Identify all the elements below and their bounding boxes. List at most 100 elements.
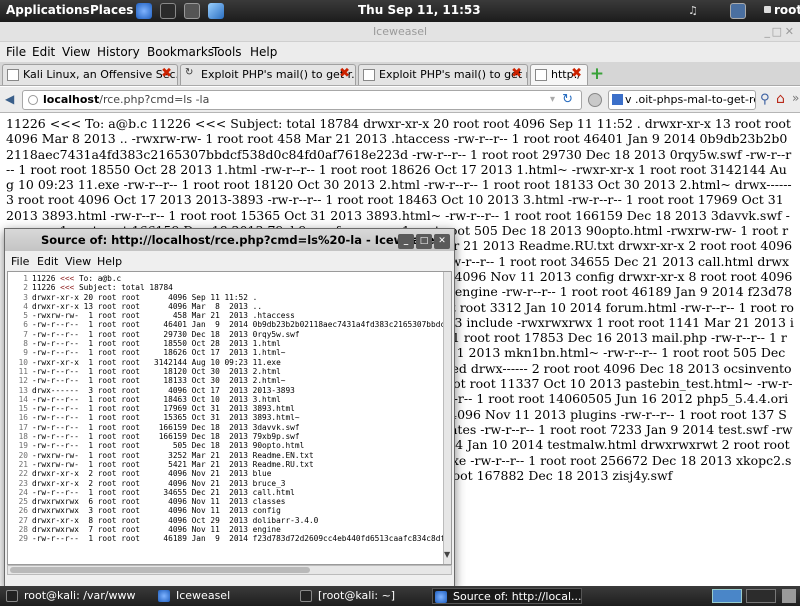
source-line: 23 drwxr-xr-x 2 root root 4096 Nov 21 201…: [10, 479, 451, 488]
tab-close-icon[interactable]: ✖: [571, 66, 582, 81]
menu-file[interactable]: File: [11, 255, 29, 268]
terminal-launcher-icon[interactable]: [160, 3, 176, 19]
line-number: 5: [23, 311, 28, 321]
tab-close-icon[interactable]: ✖: [339, 66, 350, 81]
workspace-switcher[interactable]: [712, 589, 742, 603]
line-number: 18: [18, 432, 28, 442]
line-number: 14: [18, 394, 28, 404]
source-line: 19 -rw-r--r-- 1 root root 505 Dec 18 2013…: [10, 441, 451, 450]
search-engine-icon[interactable]: [588, 93, 602, 107]
close-icon[interactable]: ✕: [785, 22, 794, 42]
tab-kali[interactable]: Kali Linux, an Offensive Sec... ✖: [2, 64, 178, 85]
source-line: 3 drwxr-xr-x 20 root root 4096 Sep 11 11:…: [10, 293, 451, 302]
line-text: 11226: [32, 283, 61, 293]
browser-launcher-icon[interactable]: [136, 3, 152, 19]
editor-launcher-icon[interactable]: [184, 3, 200, 19]
line-text: -rwxrw-rw- 1 root root 5421 Mar 21 2013 …: [32, 459, 314, 469]
minimize-icon[interactable]: _: [398, 234, 414, 249]
dropdown-icon[interactable]: ▾: [550, 91, 555, 109]
source-line: 21 -rwxrw-rw- 1 root root 5421 Mar 21 201…: [10, 460, 451, 469]
menu-tools[interactable]: Tools: [212, 45, 242, 59]
menu-view[interactable]: View: [62, 45, 90, 59]
home-icon[interactable]: ⌂: [776, 91, 785, 107]
menu-edit[interactable]: Edit: [32, 45, 55, 59]
applications-menu[interactable]: Applications: [6, 3, 90, 17]
line-number: 10: [18, 357, 28, 367]
maximize-icon[interactable]: □: [772, 22, 782, 42]
page-icon: [535, 69, 547, 81]
line-text: -rwxrw-rw- 1 root root 3252 Mar 21 2013 …: [32, 450, 314, 460]
source-line: 16 -rw-r--r-- 1 root root 15365 Oct 31 20…: [10, 413, 451, 422]
trash-icon[interactable]: [782, 589, 796, 603]
volume-icon[interactable]: ♫: [688, 4, 704, 20]
search-bar[interactable]: v .oit-phps-mal-to-get-remote: [608, 90, 756, 110]
menu-bookmarks[interactable]: Bookmarks: [147, 45, 214, 59]
line-text: -rw-r--r-- 1 root root 29730 Dec 18 2013…: [32, 329, 300, 339]
tab-close-icon[interactable]: ✖: [511, 66, 522, 81]
reload-icon[interactable]: ↻: [562, 91, 573, 109]
clock[interactable]: Thu Sep 11, 11:53: [358, 3, 481, 17]
source-line: 20 -rwxrw-rw- 1 root root 3252 Mar 21 201…: [10, 451, 451, 460]
user-menu[interactable]: root: [764, 3, 800, 17]
tab-close-icon[interactable]: ✖: [161, 66, 172, 81]
line-text: -rw-r--r-- 1 root root 166159 Dec 18 201…: [32, 422, 300, 432]
menu-edit[interactable]: Edit: [37, 255, 58, 268]
line-text: drwx------ 3 root root 4096 Oct 17 2013 …: [32, 385, 295, 395]
tab-localhost[interactable]: http://localh...?cmd=ls%20-la ✖: [530, 64, 588, 85]
workspace-switcher-2[interactable]: [746, 589, 776, 603]
menu-file[interactable]: File: [6, 45, 26, 59]
kali-launcher-icon[interactable]: [208, 3, 224, 19]
top-panel: Applications Places Thu Sep 11, 11:53 ♫ …: [0, 0, 800, 22]
vertical-scrollbar[interactable]: ▼: [443, 272, 451, 564]
maximize-icon[interactable]: □: [416, 234, 432, 249]
horizontal-scrollbar[interactable]: [7, 565, 452, 575]
task-label: Iceweasel: [176, 589, 231, 602]
url-text: localhost/rce.php?cmd=ls -la: [43, 91, 209, 109]
places-menu[interactable]: Places: [90, 3, 133, 17]
page-icon: [363, 69, 375, 81]
source-line: 8 -rw-r--r-- 1 root root 18550 Oct 28 201…: [10, 339, 451, 348]
line-text: drwxr-xr-x 13 root root 4096 Mar 8 2013 …: [32, 301, 263, 311]
task-source-window[interactable]: Source of: http://local...: [432, 588, 582, 604]
scroll-down-icon[interactable]: ▼: [444, 550, 450, 559]
url-host: localhost: [43, 93, 100, 106]
menu-history[interactable]: History: [97, 45, 140, 59]
source-line: 26 drwxrwxrwx 3 root root 4096 Nov 11 201…: [10, 506, 451, 515]
site-info-icon[interactable]: [28, 95, 38, 105]
search-icon[interactable]: ⚲: [760, 92, 770, 107]
new-tab-button[interactable]: +: [588, 66, 606, 84]
source-titlebar[interactable]: Source of: http://localhost/rce.php?cmd=…: [5, 229, 454, 251]
close-icon[interactable]: ✕: [434, 234, 450, 249]
line-number: 12: [18, 376, 28, 386]
network-icon[interactable]: [730, 3, 746, 19]
task-iceweasel[interactable]: Iceweasel: [156, 588, 296, 604]
scrollbar-thumb[interactable]: [10, 567, 310, 573]
menu-help[interactable]: Help: [250, 45, 277, 59]
overflow-icon[interactable]: »: [792, 91, 799, 105]
back-arrow-icon[interactable]: ◀: [5, 92, 14, 106]
line-text: -rw-r--r-- 1 root root 46401 Jan 9 2014 …: [32, 320, 451, 330]
terminal-icon: [300, 590, 312, 602]
menu-view[interactable]: View: [65, 255, 91, 268]
tab-refresh-icon: ↻: [185, 67, 194, 78]
task-terminal-www[interactable]: root@kali: /var/www: [4, 588, 154, 604]
source-code-pane[interactable]: 1 11226 <<< To: a@b.c 2 11226 <<< Subject: …: [7, 271, 452, 565]
task-terminal-root[interactable]: [root@kali: ~]: [298, 588, 418, 604]
line-number: 23: [18, 478, 28, 488]
task-label: Source of: http://local...: [453, 590, 582, 603]
tab-exploit-1[interactable]: ↻ Exploit PHP's mail() to get r... ✖: [180, 64, 356, 85]
line-text: -rw-r--r-- 1 root root 15365 Oct 31 2013…: [32, 413, 300, 423]
source-line: 24 -rw-r--r-- 1 root root 34655 Dec 21 20…: [10, 488, 451, 497]
source-line: 10 -rwxr-xr-x 1 root root 3142144 Aug 10 …: [10, 358, 451, 367]
url-bar[interactable]: localhost/rce.php?cmd=ls -la ▾ ↻: [22, 90, 582, 110]
minimize-icon[interactable]: _: [765, 22, 771, 42]
task-label: root@kali: /var/www: [24, 589, 136, 602]
source-line: 28 drwxrwxrwx 7 root root 4096 Nov 11 201…: [10, 525, 451, 534]
line-text: -rw-r--r-- 1 root root 505 Dec 18 2013 9…: [32, 441, 305, 451]
line-number: 22: [18, 469, 28, 479]
source-line: 6 -rw-r--r-- 1 root root 46401 Jan 9 2014…: [10, 320, 451, 329]
tab-exploit-2[interactable]: Exploit PHP's mail() to get r... ✖: [358, 64, 528, 85]
menu-help[interactable]: Help: [97, 255, 122, 268]
line-number: 9: [23, 348, 28, 358]
source-line: 5 -rwxrw-rw- 1 root root 458 Mar 21 2013 …: [10, 311, 451, 320]
